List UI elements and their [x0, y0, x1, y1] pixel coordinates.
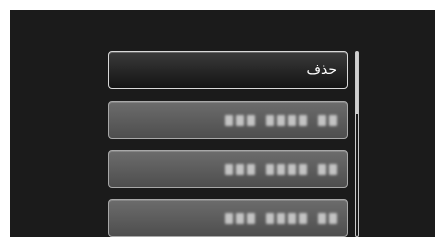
menu-item-obscured[interactable]: [108, 150, 348, 188]
camera-menu-screen: حذف: [10, 10, 435, 237]
scrollbar-thumb[interactable]: [356, 52, 358, 114]
menu-item-delete[interactable]: حذف: [108, 51, 348, 89]
obscured-label: [225, 212, 337, 224]
menu-item-obscured[interactable]: [108, 199, 348, 237]
menu-scrollbar[interactable]: [355, 51, 359, 237]
obscured-label: [225, 163, 337, 175]
obscured-label: [225, 114, 337, 126]
menu-item-obscured[interactable]: [108, 101, 348, 139]
menu-item-label: حذف: [306, 62, 337, 78]
